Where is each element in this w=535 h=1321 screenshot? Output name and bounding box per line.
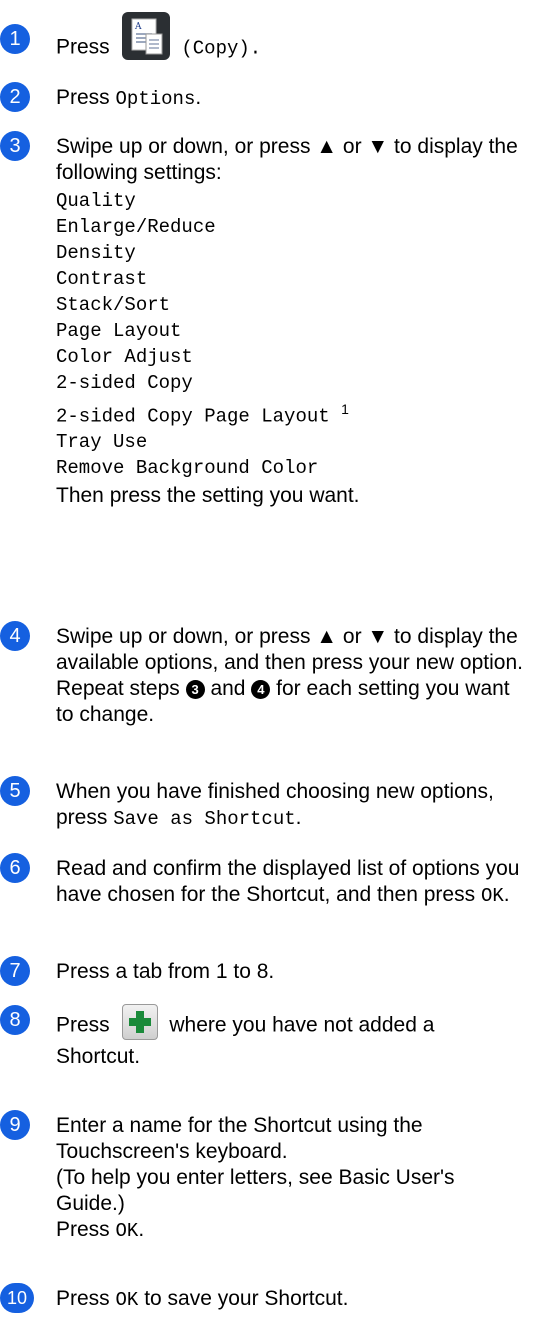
step-number: 7 (0, 956, 30, 986)
setting-item: Density (56, 242, 136, 264)
step-number: 9 (0, 1110, 30, 1140)
repeat-text: Repeat steps (56, 677, 180, 700)
step-number: 4 (0, 621, 30, 651)
help-note: (To help you enter letters, see Basic Us… (56, 1166, 455, 1215)
step-number: 8 (0, 1005, 30, 1035)
step-instruction: Swipe up or down, or press ▲ or ▼ to dis… (56, 625, 523, 674)
step-text: When you have finished choosing new opti… (56, 779, 523, 832)
options-button-label: Options (115, 88, 196, 110)
step-reference-3: 3 (185, 680, 205, 699)
step-number: 1 (0, 24, 30, 54)
press-label: Press (56, 86, 110, 109)
repeat-instruction: Repeat steps 3 and 4 for each setting yo… (56, 676, 523, 728)
footnote-mark: 1 (341, 401, 349, 417)
step-number: 5 (0, 776, 30, 806)
setting-item: 2-sided Copy (56, 372, 193, 394)
press-label: Press (56, 1013, 110, 1037)
setting-item: Remove Background Color (56, 457, 319, 480)
ok-label: OK (480, 885, 504, 907)
step-text: Enter a name for the Shortcut using the … (56, 1113, 523, 1244)
step-number: 2 (0, 82, 30, 112)
period: . (195, 86, 202, 109)
step-text: Press Options. (56, 85, 523, 112)
save-as-shortcut-label: Save as Shortcut (113, 808, 296, 830)
setting-item: Quality (56, 190, 136, 212)
setting-item: Stack/Sort (56, 294, 171, 316)
step-reference-4: 4 (251, 680, 271, 699)
step-text: Swipe up or down, or press ▲ or ▼ to dis… (56, 134, 523, 509)
step-text: Swipe up or down, or press ▲ or ▼ to dis… (56, 624, 523, 728)
copy-icon[interactable]: A (121, 12, 170, 60)
setting-item: Contrast (56, 268, 148, 290)
press-label: Press (56, 35, 110, 59)
step-text: Read and confirm the displayed list of o… (56, 856, 523, 909)
press-label: Press (56, 1218, 110, 1241)
copy-label: (Copy). (181, 37, 262, 60)
setting-item: Enlarge/Reduce (56, 216, 216, 238)
step-text: Press OK to save your Shortcut. (56, 1286, 523, 1313)
step-number: 10 (0, 1283, 34, 1313)
step-instruction: to save your Shortcut. (144, 1287, 349, 1310)
setting-item: Color Adjust (56, 346, 193, 368)
step-text: Press A (Copy). (56, 12, 523, 72)
setting-item: 2-sided Copy Page Layout (56, 405, 330, 428)
and-text: and (210, 677, 246, 700)
step-number: 3 (0, 131, 30, 161)
step-text: Press a tab from 1 to 8. (56, 960, 275, 983)
period: . (295, 806, 302, 829)
step-instruction: where you have not added a Shortcut. (56, 1013, 435, 1068)
step-outro: Then press the setting you want. (56, 484, 360, 508)
press-ok-line: Press OK. (56, 1217, 523, 1244)
step-text: Press where you have not added a Shortcu… (56, 1004, 523, 1070)
svg-text:A: A (134, 22, 142, 32)
period: . (503, 883, 510, 906)
step-instruction: Enter a name for the Shortcut using the … (56, 1114, 423, 1163)
settings-list: Quality Enlarge/Reduce Density Contrast … (56, 188, 523, 481)
setting-item: Page Layout (56, 320, 182, 342)
step-instruction: Read and confirm the displayed list of o… (56, 857, 520, 906)
ok-label: OK (115, 1289, 139, 1311)
ok-label: OK (115, 1220, 139, 1242)
step-intro: Swipe up or down, or press ▲ or ▼ to dis… (56, 135, 518, 184)
press-label: Press (56, 1287, 110, 1310)
period: . (138, 1218, 145, 1241)
add-shortcut-plus-icon[interactable] (121, 1004, 158, 1040)
setting-item: Tray Use (56, 431, 148, 454)
step-number: 6 (0, 853, 30, 883)
setting-item-with-footnote: 2-sided Copy Page Layout 1 (56, 396, 523, 429)
